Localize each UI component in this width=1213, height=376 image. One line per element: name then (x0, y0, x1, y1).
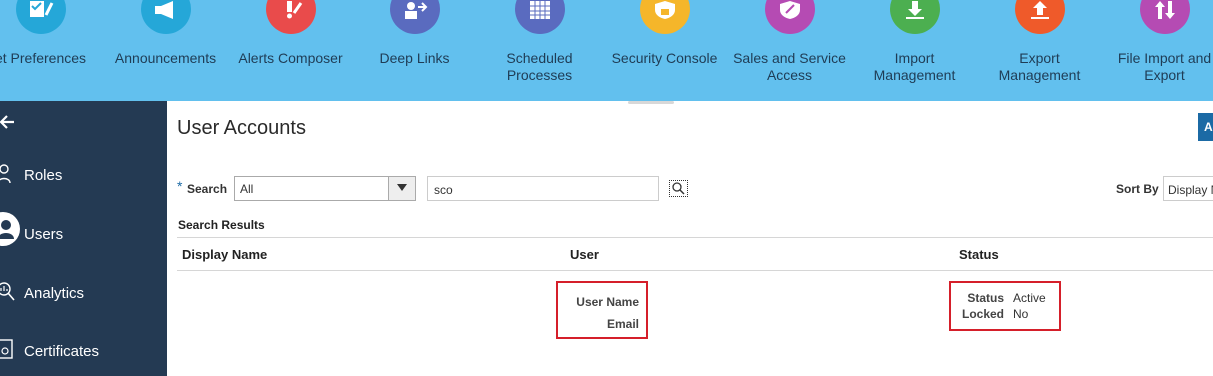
shield-icon (765, 0, 815, 34)
tile-label: Security Console (611, 50, 718, 66)
tile-label: Deep Links (379, 50, 450, 66)
deep-links-icon (390, 0, 440, 34)
search-icon (672, 182, 685, 195)
nav-item-label: Roles (24, 167, 63, 184)
roles-icon (0, 163, 16, 190)
tile-label: Alerts Composer (238, 50, 343, 66)
search-input[interactable]: sco (427, 176, 659, 201)
status-label: Status (967, 291, 1004, 305)
chevron-down-icon[interactable] (388, 177, 415, 200)
megaphone-icon (141, 0, 191, 34)
sort-by-label: Sort By (1116, 182, 1159, 196)
analytics-icon (0, 281, 16, 308)
user-icon (0, 212, 20, 246)
divider (177, 270, 1213, 271)
alert-icon (266, 0, 316, 34)
tile-label: Export Management (998, 50, 1081, 83)
tile-sales-service-access[interactable]: Sales and Service Access (727, 0, 852, 101)
tile-security-console[interactable]: Security Console (602, 0, 727, 101)
back-arrow-icon[interactable] (0, 113, 14, 134)
left-nav: Roles Users Analytics Certificates (0, 101, 167, 376)
status-fields-highlight: Status Active Locked No (949, 281, 1061, 331)
tile-export-management[interactable]: Export Management (977, 0, 1102, 101)
nav-item-roles[interactable]: Roles (0, 161, 167, 191)
springboard: et Preferences Announcements Alerts Comp… (0, 0, 1213, 101)
required-indicator: * (177, 178, 183, 194)
tile-announcements[interactable]: Announcements (103, 0, 228, 101)
user-fields-highlight: User Name Email (556, 281, 648, 339)
status-value: Active (1013, 291, 1046, 305)
nav-item-analytics[interactable]: Analytics (0, 279, 167, 309)
search-results-header: Search Results (178, 218, 265, 232)
main-panel: User Accounts A * Search All sco Sort By… (167, 101, 1213, 376)
download-icon (890, 0, 940, 34)
search-button[interactable] (669, 180, 688, 197)
upload-icon (1015, 0, 1065, 34)
shield-lock-icon (640, 0, 690, 34)
tile-deep-links[interactable]: Deep Links (352, 0, 477, 101)
nav-item-label: Analytics (24, 285, 85, 302)
checklist-icon (16, 0, 66, 34)
page-title: User Accounts (177, 117, 306, 139)
search-filter-value: All (240, 182, 254, 196)
tile-scheduled-processes[interactable]: Scheduled Processes (477, 0, 602, 101)
column-header-display-name[interactable]: Display Name (182, 247, 267, 262)
tile-file-import-export[interactable]: File Import and Export (1102, 0, 1213, 101)
tile-label: Sales and Service Access (733, 50, 846, 83)
tile-label: Announcements (114, 50, 217, 66)
locked-label: Locked (961, 307, 1004, 321)
locked-value: No (1013, 307, 1029, 321)
tile-label: File Import and Export (1117, 50, 1212, 83)
nav-item-certificates[interactable]: Certificates (0, 337, 167, 367)
email-label: Email (606, 317, 639, 331)
sort-by-value: Display N (1168, 183, 1213, 197)
nav-item-users[interactable]: Users (0, 212, 167, 250)
column-header-status[interactable]: Status (959, 247, 999, 262)
nav-item-label: Users (24, 226, 64, 243)
tile-label: Scheduled Processes (506, 50, 573, 83)
column-header-user[interactable]: User (570, 247, 599, 262)
nav-item-label: Certificates (24, 343, 100, 360)
tile-set-preferences[interactable]: et Preferences (0, 0, 103, 101)
certificate-icon (0, 339, 16, 366)
tile-alerts-composer[interactable]: Alerts Composer (228, 0, 353, 101)
tile-label: et Preferences (0, 50, 87, 66)
add-user-button[interactable]: A (1198, 113, 1213, 141)
user-name-label: User Name (576, 295, 639, 309)
tile-import-management[interactable]: Import Management (852, 0, 977, 101)
divider (177, 237, 1213, 238)
search-filter-select[interactable]: All (234, 176, 416, 201)
search-label: Search (187, 182, 228, 196)
sort-by-select[interactable]: Display N (1163, 176, 1213, 201)
transfer-icon (1140, 0, 1190, 34)
calendar-icon (515, 0, 565, 34)
tile-label: Import Management (873, 50, 956, 83)
